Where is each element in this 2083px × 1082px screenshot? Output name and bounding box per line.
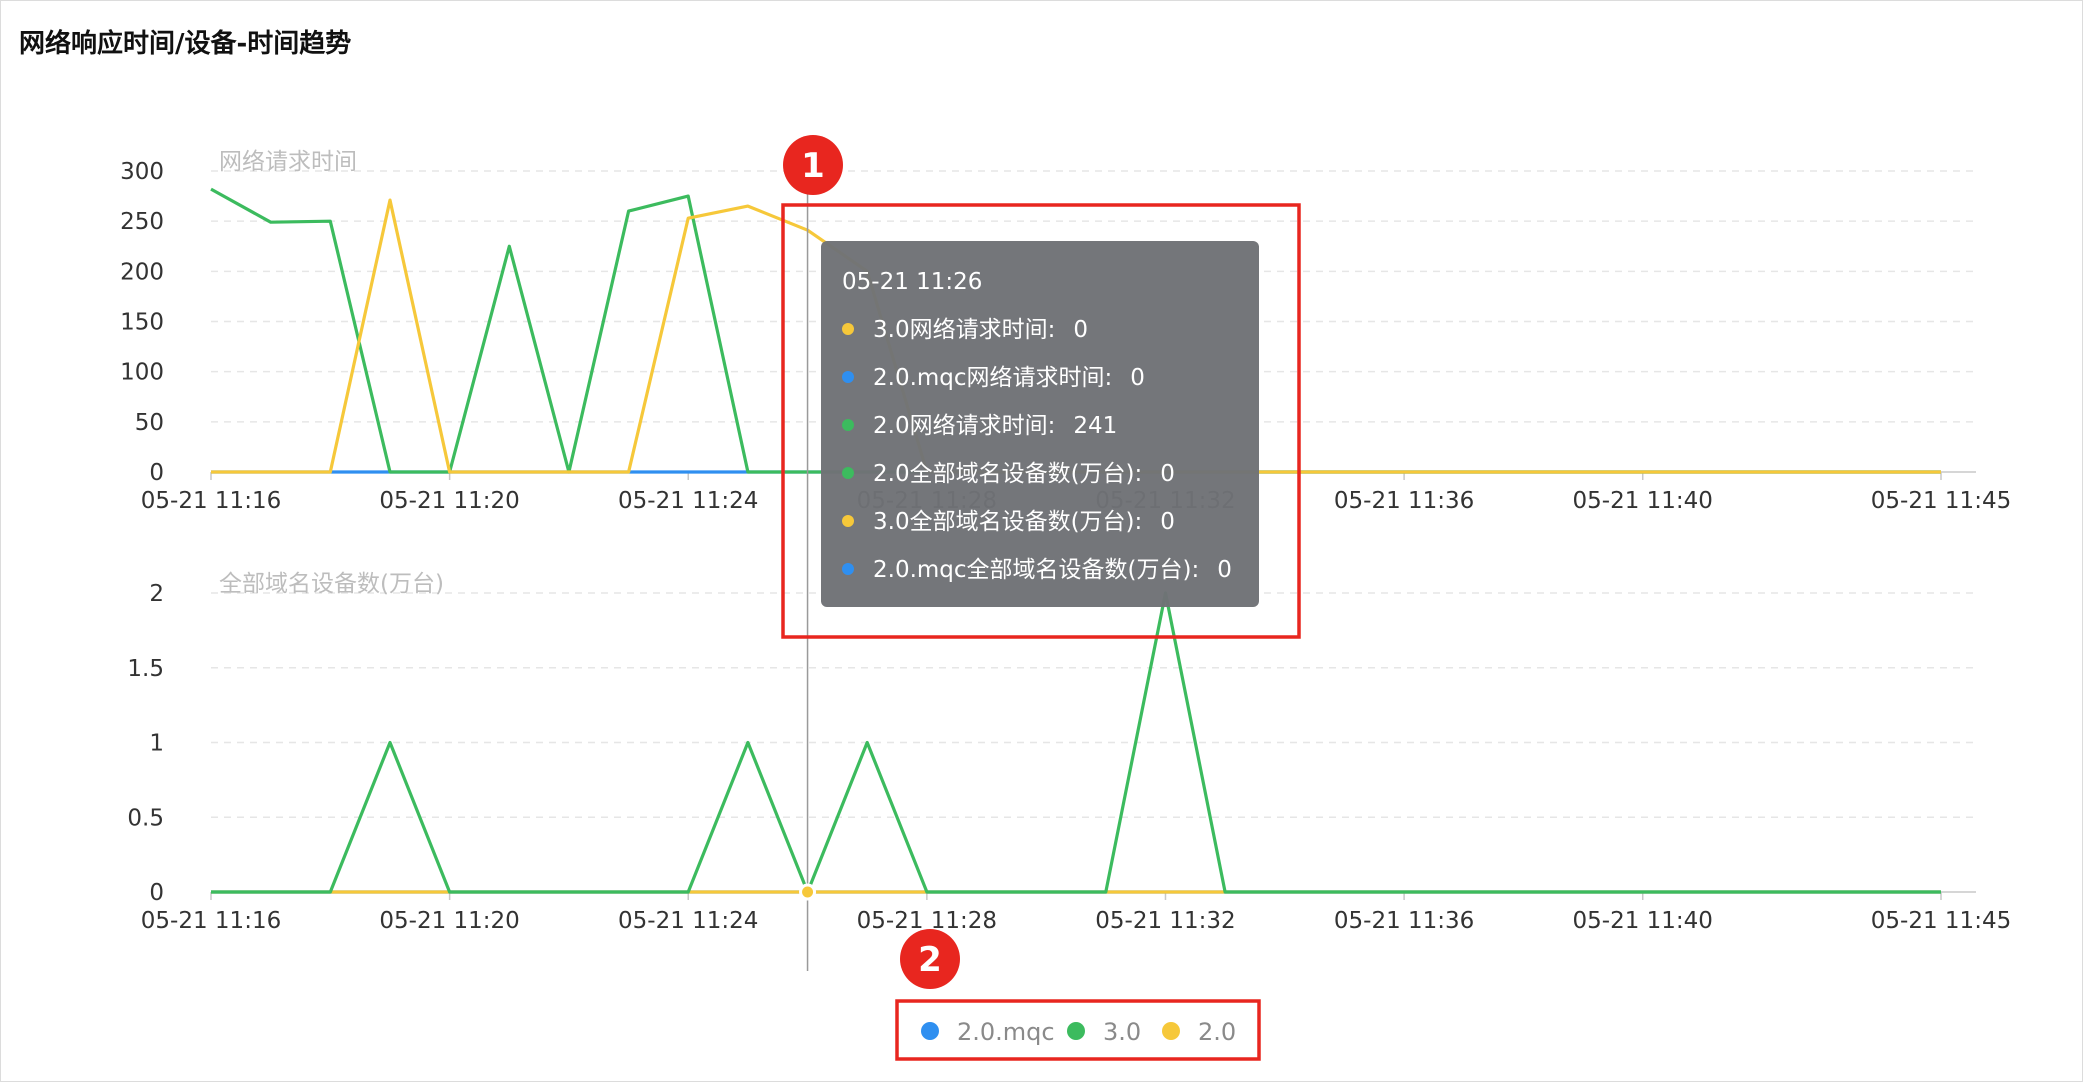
x-tick-label: 05-21 11:45	[1871, 488, 2011, 514]
x-tick-label: 05-21 11:40	[1573, 908, 1713, 934]
y-tick-label: 1	[149, 731, 164, 757]
legend-marker	[921, 1022, 939, 1040]
y-tick-label: 0	[149, 880, 164, 906]
x-tick-label: 05-21 11:36	[1334, 908, 1474, 934]
legend-marker	[1162, 1022, 1180, 1040]
tooltip-row-value: 0	[1160, 461, 1175, 487]
panel-title: 全部域名设备数(万台)	[219, 571, 444, 597]
tooltip-dot	[842, 515, 854, 527]
tooltip-row-value: 0	[1073, 317, 1088, 343]
plot-panel-2: 0 0.5 1 1.5 2 05-21 11:16 05-21 11:20 05-21 11:…	[127, 571, 2011, 934]
x-tick-label: 05-21 11:16	[141, 908, 281, 934]
y-tick-label: 200	[120, 259, 164, 285]
badge-number: 1	[801, 146, 825, 186]
tooltip-time: 05-21 11:26	[842, 269, 982, 295]
x-tick-label: 05-21 11:32	[1095, 908, 1235, 934]
tooltip-row-value: 241	[1073, 413, 1117, 439]
y-tick-label: 150	[120, 310, 164, 336]
legend-label: 2.0	[1198, 1018, 1236, 1046]
tooltip: 05-21 11:263.0网络请求时间: 02.0.mqc网络请求时间: 02.0…	[821, 241, 1259, 607]
tooltip-row-label: 2.0全部域名设备数(万台):	[873, 461, 1142, 487]
tooltip-dot	[842, 371, 854, 383]
tooltip-row-value: 0	[1160, 509, 1175, 535]
tooltip-row-label: 2.0.mqc网络请求时间:	[873, 365, 1112, 391]
legend: 2.0.mqc 3.0 2.0	[921, 1018, 1236, 1046]
badge-number: 2	[918, 940, 942, 980]
trend-chart: 05010015020025030005-21 11:16 05-21 11:20…	[120, 135, 2011, 1061]
y-tick-label: 0.5	[127, 805, 164, 831]
tooltip-dot	[842, 419, 854, 431]
x-tick-label: 05-21 11:45	[1871, 908, 2011, 934]
tooltip-row: 3.0全部域名设备数(万台): 0	[873, 509, 1175, 535]
legend-label: 2.0.mqc	[957, 1018, 1055, 1046]
tooltip-row: 2.0.mqc全部域名设备数(万台): 0	[873, 557, 1232, 583]
legend-label: 3.0	[1103, 1018, 1141, 1046]
legend-item-3-0[interactable]: 3.0	[1067, 1018, 1141, 1046]
tooltip-row-label: 3.0网络请求时间:	[873, 317, 1055, 343]
tooltip-row: 2.0网络请求时间: 241	[873, 413, 1117, 439]
tooltip-row: 2.0.mqc网络请求时间: 0	[873, 365, 1145, 391]
annotation-badge-2: 2	[900, 929, 960, 989]
x-tick-label: 05-21 11:16	[141, 488, 281, 514]
x-tick-label: 05-21 11:20	[379, 908, 519, 934]
tooltip-row-label: 3.0全部域名设备数(万台):	[873, 509, 1142, 535]
tooltip-dot	[842, 467, 854, 479]
x-tick-label: 05-21 11:36	[1334, 488, 1474, 514]
y-tick-label: 250	[120, 209, 164, 235]
tooltip-row-label: 2.0.mqc全部域名设备数(万台):	[873, 557, 1199, 583]
tooltip-row: 2.0全部域名设备数(万台): 0	[873, 461, 1175, 487]
x-tick-label: 05-21 11:20	[379, 488, 519, 514]
tooltip-row-value: 0	[1217, 557, 1232, 583]
legend-item-2-0[interactable]: 2.0	[1162, 1018, 1236, 1046]
annotation-badge-1: 1	[783, 135, 843, 195]
x-tick-label: 05-21 11:24	[618, 488, 758, 514]
x-tick-label: 05-21 11:40	[1573, 488, 1713, 514]
x-tick-label: 05-21 11:24	[618, 908, 758, 934]
legend-item-2-0-mqc[interactable]: 2.0.mqc	[921, 1018, 1055, 1046]
legend-marker	[1067, 1022, 1085, 1040]
tooltip-dot	[842, 563, 854, 575]
y-tick-label: 50	[135, 410, 164, 436]
tooltip-row-label: 2.0网络请求时间:	[873, 413, 1055, 439]
y-tick-label: 2	[149, 581, 164, 607]
tooltip-dot	[842, 323, 854, 335]
y-tick-label: 1.5	[127, 656, 164, 682]
tooltip-row-value: 0	[1130, 365, 1145, 391]
y-tick-label: 100	[120, 360, 164, 386]
y-tick-label: 300	[120, 159, 164, 185]
y-tick-label: 0	[149, 460, 164, 486]
chart-card: 网络响应时间/设备-时间趋势 0 50 100 150 200 250 300 05-21 1…	[0, 0, 2083, 1082]
panel-title: 网络请求时间	[219, 149, 357, 175]
hover-point-marker	[799, 883, 817, 901]
